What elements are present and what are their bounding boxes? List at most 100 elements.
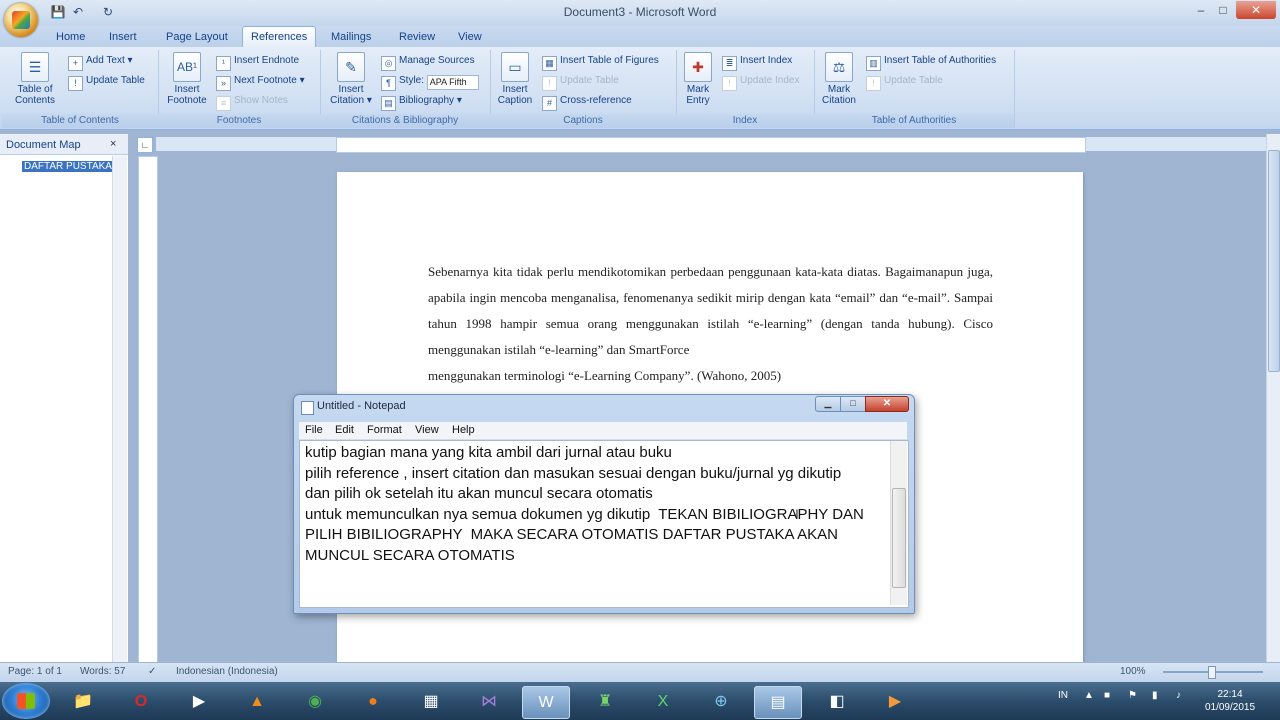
powerpoint-icon[interactable]: ▶ [872, 686, 918, 717]
group-label: Citations & Bibliography [320, 114, 490, 128]
cross-reference-icon: # [542, 96, 557, 111]
manage-sources-button[interactable]: ◎ Manage Sources [381, 52, 475, 71]
flag-icon[interactable]: ⚑ [1128, 690, 1137, 701]
outlook-icon[interactable]: ◧ [814, 686, 860, 717]
clock-date: 01/09/2015 [1204, 702, 1256, 713]
opera-icon[interactable]: O [118, 686, 164, 717]
tab-selector-button[interactable]: ∟ [137, 137, 153, 153]
mark-entry-button[interactable]: ✚ Mark Entry [680, 52, 716, 106]
button-label: Mark Entry [686, 84, 710, 106]
horizontal-ruler[interactable] [336, 137, 1086, 153]
menu-file[interactable]: File [305, 424, 323, 436]
style-selector[interactable]: ¶ Style: APA Fifth [381, 72, 479, 91]
insert-endnote-button[interactable]: ¹ Insert Endnote [216, 52, 299, 71]
insert-index-button[interactable]: ≣ Insert Index [722, 52, 792, 71]
tab-mailings[interactable]: Mailings [323, 27, 379, 47]
zoom-level[interactable]: 100% [1120, 666, 1146, 677]
start-button[interactable] [2, 683, 50, 719]
notepad-close-button[interactable]: ✕ [865, 396, 909, 412]
excel-icon[interactable]: X [640, 686, 686, 717]
menu-format[interactable]: Format [367, 424, 402, 436]
clock[interactable]: 22:14 01/09/2015 [1200, 688, 1260, 714]
add-text-button[interactable]: + Add Text ▾ [68, 52, 133, 71]
scrollbar-thumb[interactable] [1268, 150, 1280, 372]
menu-help[interactable]: Help [452, 424, 475, 436]
table-of-contents-button[interactable]: ☰ Table of Contents [6, 52, 64, 106]
tab-page-layout[interactable]: Page Layout [158, 27, 236, 47]
toa-update-table-button[interactable]: ! Update Table [866, 72, 943, 91]
insert-caption-button[interactable]: ▭ Insert Caption [494, 52, 536, 106]
redo-icon[interactable]: ↻ [100, 4, 116, 20]
notepad-maximize-button[interactable]: □ [840, 396, 866, 412]
insert-table-of-figures-button[interactable]: ▦ Insert Table of Figures [542, 52, 659, 71]
vertical-ruler[interactable] [138, 156, 158, 664]
tab-insert[interactable]: Insert [101, 27, 145, 47]
tab-view[interactable]: View [450, 27, 490, 47]
menu-edit[interactable]: Edit [335, 424, 354, 436]
button-label: Cross-reference [560, 95, 632, 106]
word-count[interactable]: Words: 57 [80, 666, 125, 677]
tab-review[interactable]: Review [391, 27, 443, 47]
update-index-button[interactable]: ! Update Index [722, 72, 800, 91]
insert-table-of-authorities-button[interactable]: ▥ Insert Table of Authorities [866, 52, 996, 71]
language-indicator[interactable]: IN [1058, 690, 1068, 701]
tab-home[interactable]: Home [48, 27, 93, 47]
show-notes-button[interactable]: ≡ Show Notes [216, 92, 288, 111]
update-icon: ! [68, 76, 83, 91]
insert-citation-button[interactable]: ✎ Insert Citation ▾ [324, 52, 378, 106]
mark-citation-button[interactable]: ⚖ Mark Citation [818, 52, 860, 106]
tray-icon[interactable]: ■ [1104, 690, 1110, 701]
captions-update-table-button[interactable]: ! Update Table [542, 72, 619, 91]
style-dropdown[interactable]: APA Fifth [426, 75, 479, 90]
document-paragraph[interactable]: Sebenarnya kita tidak perlu mendikotomik… [428, 259, 993, 363]
chrome-icon[interactable]: ◉ [292, 686, 338, 717]
language-status[interactable]: Indonesian (Indonesia) [176, 666, 278, 677]
matlab-icon[interactable]: ♜ [582, 686, 628, 717]
word-icon[interactable]: W [522, 686, 570, 719]
bibliography-button[interactable]: ▤ Bibliography ▾ [381, 92, 462, 111]
document-map-title: Document Map [6, 139, 81, 151]
page-count[interactable]: Page: 1 of 1 [8, 666, 62, 677]
explorer-icon[interactable]: 📁 [60, 686, 106, 717]
visual-studio-icon[interactable]: ⋈ [466, 686, 512, 717]
tray-arrow-icon[interactable]: ▲ [1084, 690, 1094, 701]
notepad-text[interactable]: kutip bagian mana yang kita ambil dari j… [305, 443, 885, 566]
network-tray-icon[interactable]: ▮ [1152, 690, 1158, 701]
table-of-figures-icon: ▦ [542, 56, 557, 71]
proofing-icon[interactable]: ✓ [148, 666, 156, 677]
save-icon[interactable]: 💾 [50, 4, 66, 20]
undo-icon[interactable]: ↶ [70, 4, 86, 20]
menu-view[interactable]: View [415, 424, 439, 436]
style-icon: ¶ [381, 76, 396, 91]
button-label: Mark Citation [822, 84, 856, 106]
update-table-button[interactable]: ! Update Table [68, 72, 145, 91]
notepad-taskbar-icon[interactable]: ▤ [754, 686, 802, 719]
office-button[interactable] [4, 3, 38, 37]
document-paragraph[interactable]: menggunakan terminologi “e-Learning Comp… [428, 363, 993, 389]
document-map-item[interactable]: DAFTAR PUSTAKA [22, 161, 114, 172]
button-label: Add Text ▾ [86, 55, 133, 66]
document-map-scrollbar[interactable] [112, 156, 127, 662]
close-button[interactable]: ✕ [1236, 1, 1276, 19]
button-label: Table of Contents [14, 84, 56, 106]
cross-reference-button[interactable]: # Cross-reference [542, 92, 632, 111]
tab-references[interactable]: References [242, 26, 317, 48]
zoom-slider-thumb[interactable] [1208, 666, 1216, 679]
calculator-icon[interactable]: ▦ [408, 686, 454, 717]
volume-icon[interactable]: ♪ [1176, 690, 1181, 701]
office-logo-icon [12, 11, 30, 29]
group-label: Table of Contents [2, 114, 158, 128]
firefox-icon[interactable]: ● [350, 686, 396, 717]
notepad-minimize-button[interactable]: ▁ [815, 396, 841, 412]
notepad-scrollbar-thumb[interactable] [892, 488, 906, 588]
media-player-icon[interactable]: ▶ [176, 686, 222, 717]
network-icon[interactable]: ⊕ [698, 686, 744, 717]
maximize-button[interactable]: □ [1212, 1, 1234, 19]
button-label: Update Table [560, 75, 619, 86]
next-footnote-button[interactable]: » Next Footnote ▾ [216, 72, 305, 91]
minimize-button[interactable]: – [1190, 1, 1212, 19]
button-label: Bibliography ▾ [399, 95, 462, 106]
insert-footnote-button[interactable]: AB¹ Insert Footnote [162, 52, 212, 106]
close-icon[interactable]: × [110, 138, 116, 150]
vlc-icon[interactable]: ▲ [234, 686, 280, 717]
